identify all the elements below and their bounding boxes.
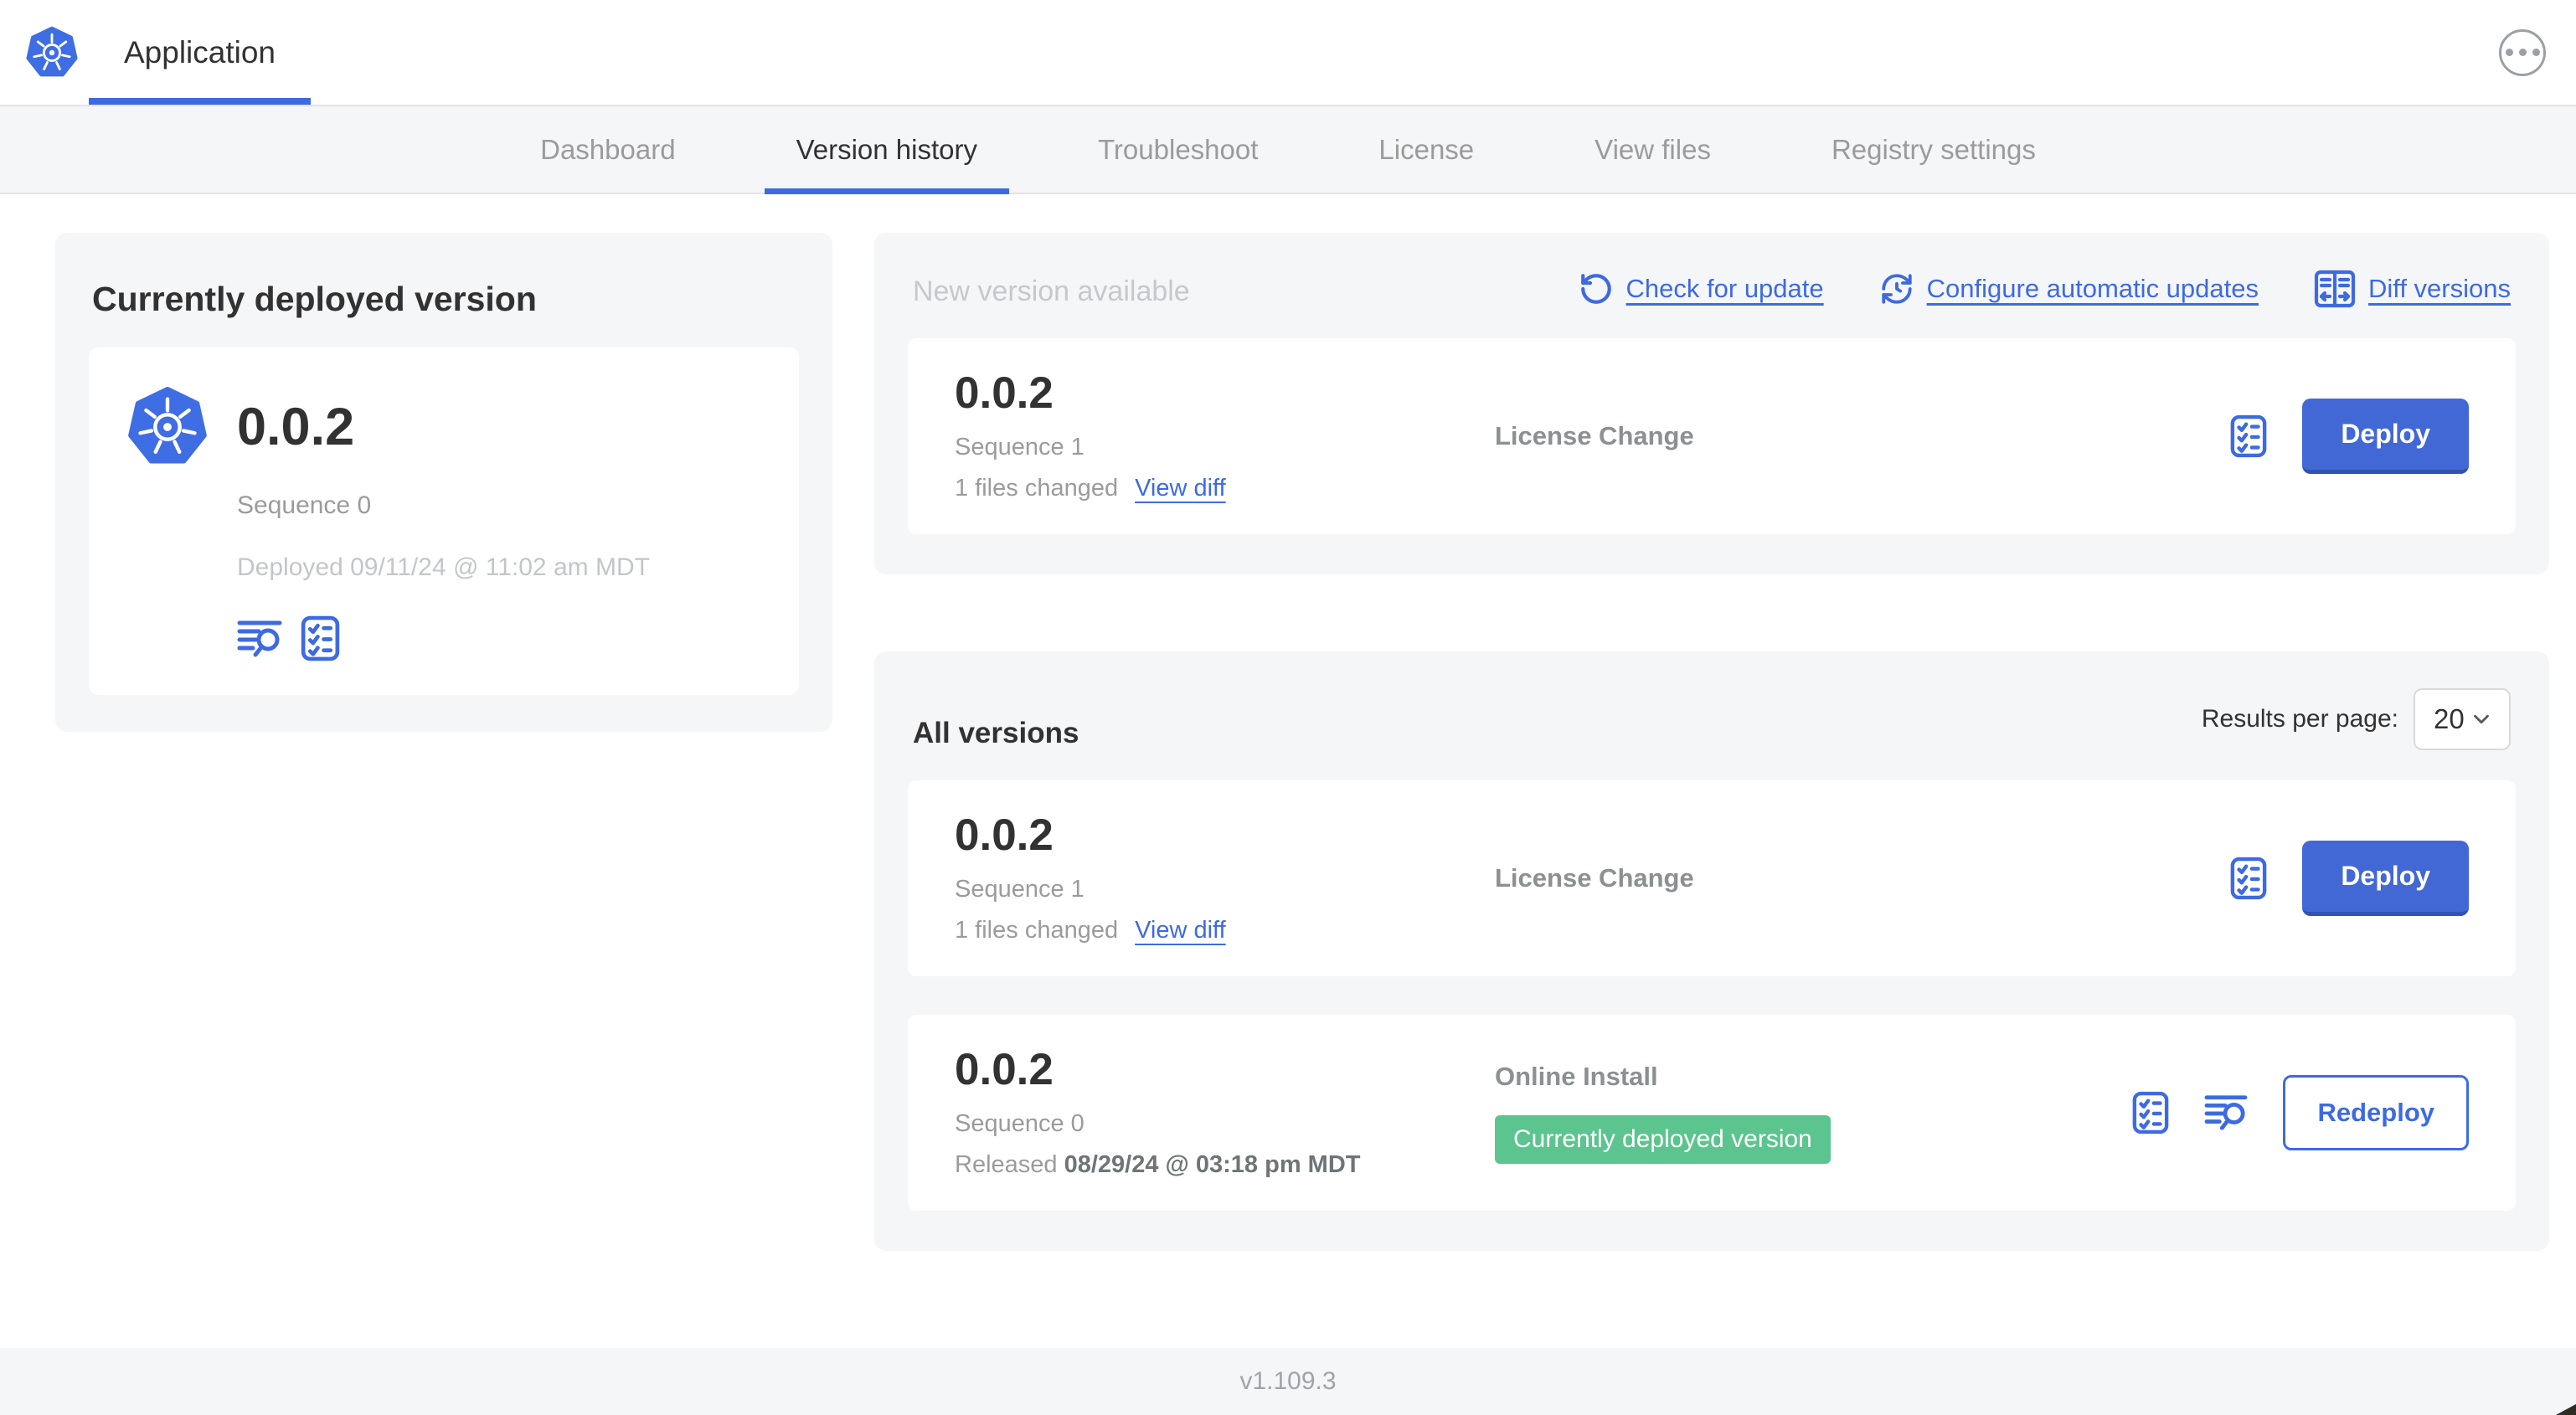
deployed-timestamp: Deployed 09/11/24 @ 11:02 am MDT [237,553,650,581]
results-per-page-label: Results per page: [2201,705,2398,733]
new-version-section: New version available Check for update C… [874,233,2549,574]
refresh-icon [1579,271,1614,306]
checklist-icon [2230,857,2267,900]
deployed-version-number: 0.0.2 [237,398,355,456]
page-footer: v1.109.3 [0,1348,2576,1415]
view-logs-button[interactable] [2204,1093,2248,1133]
overflow-menu-button[interactable] [2499,28,2546,76]
top-header: Application [0,0,2576,105]
diff-versions-link[interactable]: Diff versions [2314,270,2511,308]
deploy-button[interactable]: Deploy [2302,841,2469,916]
main-content: Currently deployed version 0.0.2 Sequenc… [0,194,2576,1251]
tab-dashboard[interactable]: Dashboard [480,106,735,193]
preflight-checks-button[interactable] [301,615,340,661]
preflight-checks-button[interactable] [2230,414,2267,458]
files-changed-label: 1 files changed [955,916,1119,944]
tab-registry-settings[interactable]: Registry settings [1771,106,2096,193]
right-column: New version available Check for update C… [874,233,2549,1251]
deployed-sequence: Sequence 0 [237,491,372,519]
version-row-sequence-1: 0.0.2 Sequence 1 1 files changed View di… [908,780,2516,976]
currently-deployed-card: Currently deployed version 0.0.2 Sequenc… [55,233,832,732]
logs-icon [2204,1093,2248,1133]
redeploy-button[interactable]: Redeploy [2283,1075,2469,1150]
chevron-down-icon [2469,707,2494,732]
all-versions-title: All versions [913,717,1079,749]
app-tab[interactable]: Application [89,0,312,105]
row-version-number: 0.0.2 [955,810,1054,860]
diff-icon [2314,270,2356,308]
tab-version-history[interactable]: Version history [736,106,1038,194]
row-version-number: 0.0.2 [955,1044,1054,1094]
currently-deployed-badge: Currently deployed version [1495,1115,1831,1164]
app-title: Application [124,34,276,69]
version-row-sequence-0: 0.0.2 Sequence 0 Released 08/29/24 @ 03:… [908,1015,2516,1211]
row-sequence: Sequence 1 [955,433,1084,461]
tab-license[interactable]: License [1318,106,1534,193]
clock-refresh-icon [1879,271,1914,306]
preflight-checks-button[interactable] [2230,857,2267,900]
version-source-label: Online Install [1495,1062,1658,1091]
version-source-label: License Change [1495,421,1694,450]
deploy-button[interactable]: Deploy [2302,399,2469,474]
new-version-title: New version available [913,275,1190,307]
preflight-checks-button[interactable] [2132,1091,2169,1135]
view-diff-link[interactable]: View diff [1135,917,1226,944]
configure-automatic-updates-link[interactable]: Configure automatic updates [1879,271,2259,306]
kubernetes-logo-icon [25,26,79,80]
all-versions-section: All versions Results per page: 20 0.0.2 … [874,651,2549,1251]
kubernetes-app-icon [126,386,209,468]
released-timestamp: Released 08/29/24 @ 03:18 pm MDT [955,1150,1361,1178]
row-sequence: Sequence 1 [955,875,1084,903]
row-sequence: Sequence 0 [955,1109,1084,1137]
ellipsis-icon [2505,49,2540,56]
checklist-icon [2132,1091,2169,1135]
console-version: v1.109.3 [1239,1367,1337,1395]
version-source-label: License Change [1495,863,1694,893]
deployed-version-box: 0.0.2 Sequence 0 Deployed 09/11/24 @ 11:… [89,347,799,695]
results-per-page-select[interactable]: 20 [2414,688,2511,750]
tab-view-files[interactable]: View files [1534,106,1771,193]
checklist-icon [2230,414,2267,458]
view-diff-link[interactable]: View diff [1135,475,1226,502]
row-version-number: 0.0.2 [955,368,1054,418]
check-for-update-link[interactable]: Check for update [1579,271,1824,306]
tab-troubleshoot[interactable]: Troubleshoot [1038,106,1318,193]
files-changed-label: 1 files changed [955,474,1119,502]
currently-deployed-title: Currently deployed version [92,280,537,318]
app-subnav: Dashboard Version history Troubleshoot L… [0,105,2576,194]
new-version-row: 0.0.2 Sequence 1 1 files changed View di… [908,338,2516,534]
checklist-icon [301,615,340,661]
view-logs-button[interactable] [237,618,282,660]
logs-icon [237,618,282,660]
